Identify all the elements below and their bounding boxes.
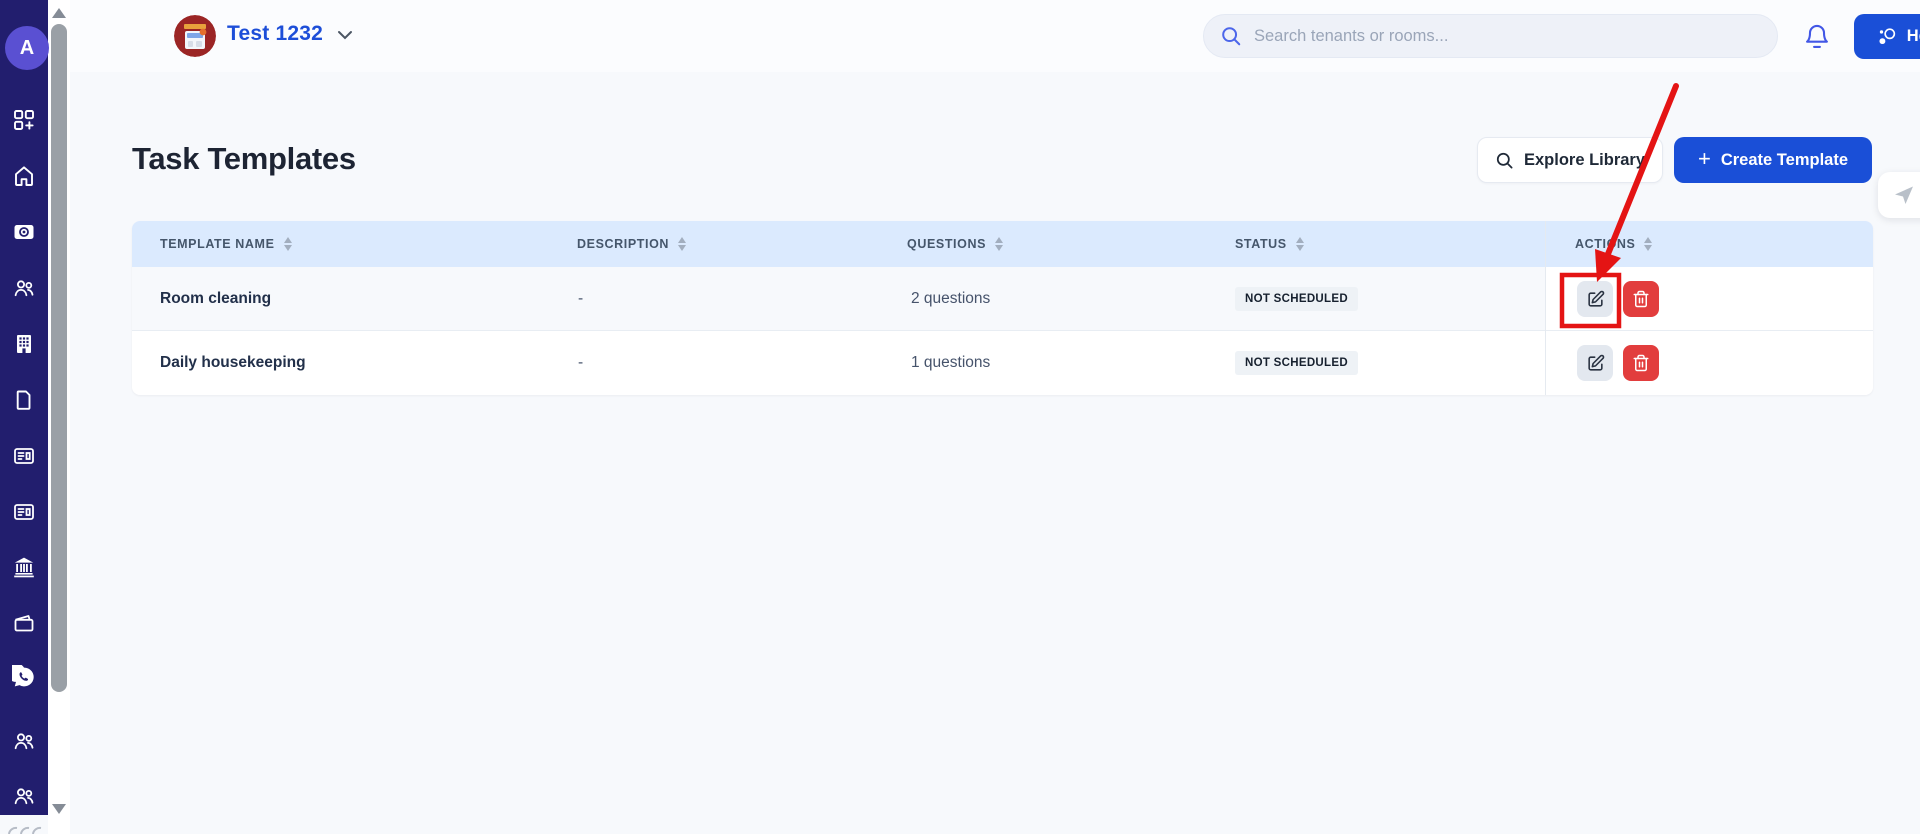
task-templates-table: TEMPLATE NAME DESCRIPTION QUESTIONS STAT… xyxy=(132,221,1873,395)
sort-icon xyxy=(283,237,292,251)
community-users-icon[interactable] xyxy=(11,783,37,809)
column-header-template-name[interactable]: TEMPLATE NAME xyxy=(160,221,292,267)
team-users-icon[interactable] xyxy=(11,728,37,754)
description-cell: - xyxy=(578,290,584,307)
global-search[interactable] xyxy=(1203,14,1778,58)
status-badge: NOT SCHEDULED xyxy=(1235,351,1358,375)
sort-icon xyxy=(678,237,687,251)
table-row: Daily housekeeping - 1 questions NOT SCH… xyxy=(132,331,1873,395)
edit-icon xyxy=(1587,290,1604,307)
page-title: Task Templates xyxy=(132,141,356,176)
chevron-down-icon[interactable] xyxy=(337,30,353,40)
help-button-label: Help ? xyxy=(1906,27,1920,45)
tenants-users-icon[interactable] xyxy=(11,275,37,301)
search-icon xyxy=(1222,27,1241,46)
apps-grid-plus-icon[interactable] xyxy=(11,107,37,133)
building-icon[interactable] xyxy=(11,331,37,357)
rocket-launcher-button[interactable] xyxy=(1878,172,1920,218)
topbar: Test 1232 Help ? xyxy=(70,0,1920,72)
column-header-questions[interactable]: QUESTIONS xyxy=(907,221,1004,267)
table-header-row: TEMPLATE NAME DESCRIPTION QUESTIONS STAT… xyxy=(132,221,1873,267)
status-badge: NOT SCHEDULED xyxy=(1235,286,1358,311)
help-button[interactable]: Help ? xyxy=(1854,14,1920,59)
template-name-cell: Room cleaning xyxy=(160,290,272,307)
create-template-button[interactable]: + Create Template xyxy=(1674,137,1872,183)
sort-icon xyxy=(1644,237,1653,251)
trash-icon xyxy=(1633,354,1649,372)
annotation-overlay xyxy=(1559,83,1679,329)
user-avatar[interactable]: A xyxy=(5,26,49,70)
column-header-status[interactable]: STATUS xyxy=(1235,221,1304,267)
scrollbar-up-arrow[interactable] xyxy=(52,8,66,18)
workspace-name[interactable]: Test 1232 xyxy=(227,22,323,46)
sort-icon xyxy=(1295,237,1304,251)
whatsapp-icon[interactable] xyxy=(11,664,37,690)
wallet-icon[interactable] xyxy=(11,610,37,636)
form-list-2-icon[interactable] xyxy=(11,499,37,525)
help-bubbles-icon xyxy=(1879,27,1895,44)
workspace-logo[interactable] xyxy=(174,15,216,57)
column-header-description[interactable]: DESCRIPTION xyxy=(577,221,687,267)
actions-column-divider xyxy=(1545,221,1546,395)
questions-cell: 1 questions xyxy=(911,354,991,371)
template-name-cell: Daily housekeeping xyxy=(160,354,306,371)
scrollbar-thumb[interactable] xyxy=(51,24,67,692)
description-cell: - xyxy=(578,354,584,371)
document-icon[interactable] xyxy=(11,387,37,413)
create-template-label: Create Template xyxy=(1720,150,1849,169)
edit-template-button[interactable] xyxy=(1577,345,1613,381)
notifications-bell-icon[interactable] xyxy=(1803,22,1831,52)
plus-icon: + xyxy=(1697,146,1711,171)
delete-template-button[interactable] xyxy=(1623,345,1659,381)
questions-cell: 2 questions xyxy=(911,290,991,307)
column-header-actions[interactable]: ACTIONS xyxy=(1575,221,1653,267)
app-screen: { "topbar": { "workspace_name": "Test 12… xyxy=(0,0,1920,834)
clipped-bottom-icon xyxy=(8,826,42,834)
scrollbar-down-arrow[interactable] xyxy=(52,804,66,814)
explore-library-label: Explore Library xyxy=(1523,150,1646,169)
sidebar: A xyxy=(0,0,49,815)
edit-icon xyxy=(1587,354,1604,371)
explore-library-button[interactable]: Explore Library xyxy=(1477,137,1663,183)
bank-icon[interactable] xyxy=(11,554,37,580)
search-icon xyxy=(1496,152,1513,168)
home-icon[interactable] xyxy=(11,163,37,189)
rocket-icon xyxy=(1895,186,1913,204)
edit-template-button[interactable] xyxy=(1577,281,1613,317)
trash-icon xyxy=(1633,290,1649,308)
sort-icon xyxy=(995,237,1004,251)
delete-template-button[interactable] xyxy=(1623,281,1659,317)
payments-camera-icon[interactable] xyxy=(11,219,37,245)
table-row: Room cleaning - 2 questions NOT SCHEDULE… xyxy=(132,267,1873,331)
search-input[interactable] xyxy=(1254,26,1761,46)
form-list-icon[interactable] xyxy=(11,443,37,469)
